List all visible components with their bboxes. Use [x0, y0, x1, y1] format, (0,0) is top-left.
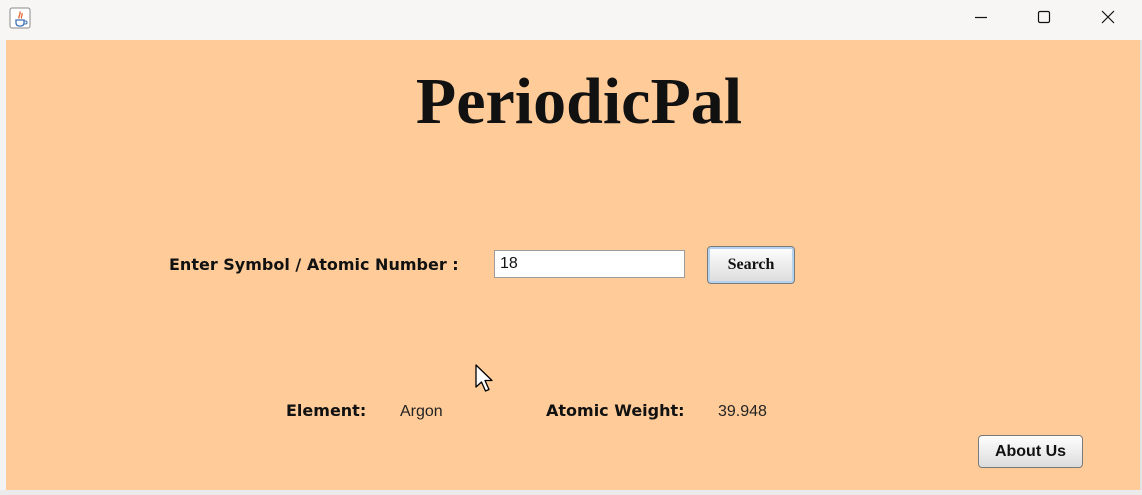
window-bottom-edge [0, 490, 1142, 495]
close-button[interactable] [1077, 0, 1139, 38]
main-panel: PeriodicPal Enter Symbol / Atomic Number… [6, 40, 1140, 490]
element-value: Argon [400, 403, 443, 420]
maximize-icon [1036, 9, 1052, 30]
atomic-weight-label: Atomic Weight: [546, 401, 685, 420]
search-prompt-label: Enter Symbol / Atomic Number : [169, 255, 459, 274]
close-icon [1100, 9, 1116, 30]
java-cup-icon[interactable] [9, 7, 31, 29]
maximize-button[interactable] [1013, 0, 1075, 38]
atomic-weight-value: 39.948 [718, 403, 767, 420]
minimize-button[interactable] [950, 0, 1012, 38]
window-titlebar [0, 0, 1142, 40]
symbol-number-input[interactable] [494, 250, 685, 278]
minimize-icon [973, 9, 989, 30]
element-label: Element: [286, 401, 367, 420]
search-button[interactable]: Search [707, 246, 795, 284]
app-title: PeriodicPal [415, 65, 743, 138]
mouse-pointer-icon [475, 364, 495, 394]
about-us-button[interactable]: About Us [978, 435, 1083, 468]
